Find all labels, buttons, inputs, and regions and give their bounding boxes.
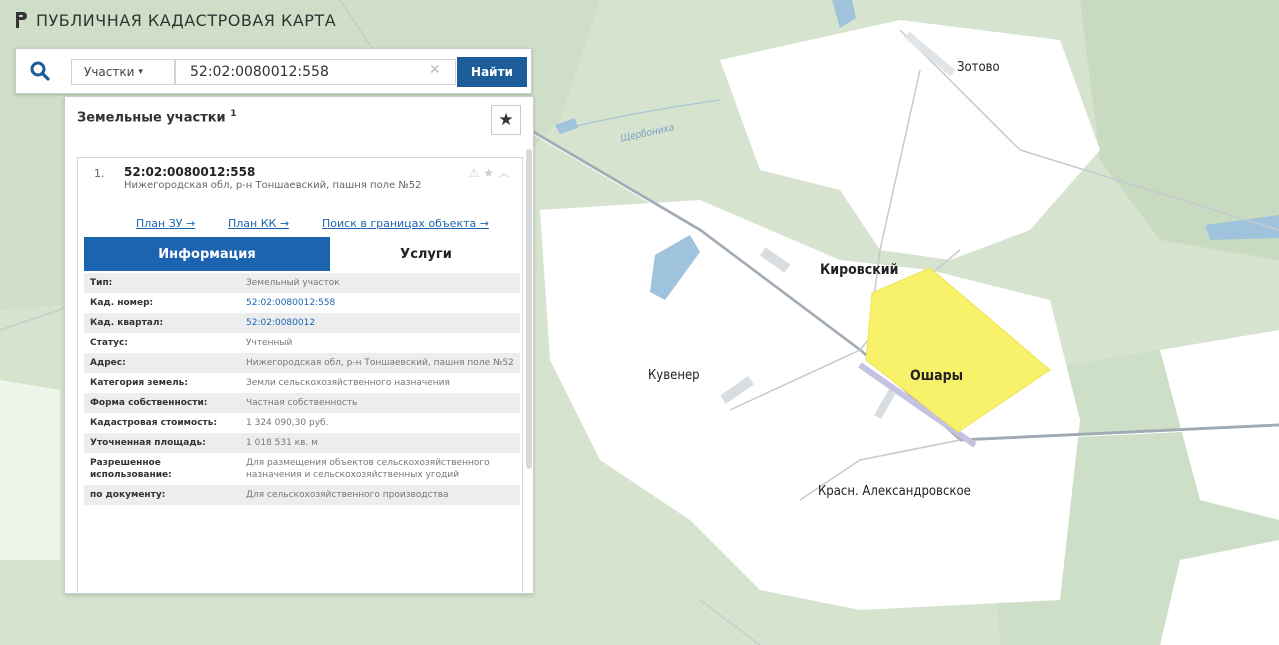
- field-value: Земли сельскохозяйственного назначения: [246, 378, 450, 388]
- table-row: Статус: Учтенный: [84, 333, 520, 353]
- table-row: Разрешенное использование: Для размещения…: [84, 453, 520, 485]
- clearing-area: [0, 380, 60, 560]
- field-value: Для сельскохозяйственного производства: [246, 490, 449, 500]
- cadastral-number-link[interactable]: 52:02:0080012:558: [246, 298, 335, 308]
- result-index: 1.: [94, 167, 105, 180]
- field-value: Частная собственность: [246, 398, 358, 408]
- search-button[interactable]: Найти: [457, 57, 527, 87]
- clear-icon[interactable]: ✕: [429, 62, 441, 78]
- search-input[interactable]: [175, 59, 456, 85]
- field-label: по документу:: [90, 490, 166, 500]
- table-row: Тип: Земельный участок: [84, 273, 520, 293]
- place-label-kras-aleksandrovskoe: Красн. Александровское: [818, 484, 971, 499]
- field-label: Уточненная площадь:: [90, 438, 206, 448]
- place-label-zotovo: Зотово: [957, 60, 1000, 75]
- warning-icon[interactable]: ⚠: [468, 166, 483, 180]
- panel-title: Земельные участки 1: [77, 109, 236, 125]
- field-value: 1 018 531 кв. м: [246, 438, 318, 448]
- table-row: по документу: Для сельскохозяйственного п…: [84, 485, 520, 505]
- field-label: Кад. квартал:: [90, 318, 164, 328]
- search-icon[interactable]: [29, 60, 51, 82]
- field-value: Земельный участок: [246, 278, 340, 288]
- chevron-down-icon: ▾: [138, 67, 143, 77]
- plan-kk-link[interactable]: План КК →: [228, 217, 289, 230]
- app-header: ПУБЛИЧНАЯ КАДАСТРОВАЯ КАРТА: [14, 8, 336, 32]
- field-label: Разрешенное использование:: [90, 458, 172, 480]
- place-label-kuvener: Кувенер: [648, 368, 700, 383]
- table-row: Кад. квартал: 52:02:0080012: [84, 313, 520, 333]
- field-label: Категория земель:: [90, 378, 188, 388]
- plan-zu-link[interactable]: План ЗУ →: [136, 217, 195, 230]
- chevron-up-icon[interactable]: ︿: [498, 166, 514, 180]
- star-icon: ★: [498, 110, 514, 130]
- field-label: Статус:: [90, 338, 128, 348]
- field-value: Нижегородская обл, р-н Тоншаевский, пашн…: [246, 358, 514, 368]
- tab-services[interactable]: Услуги: [330, 237, 522, 271]
- table-row: Форма собственности: Частная собственност…: [84, 393, 520, 413]
- place-label-kirovsky: Кировский: [820, 262, 899, 278]
- field-label: Тип:: [90, 278, 113, 288]
- table-row: Кадастровая стоимость: 1 324 090,30 руб.: [84, 413, 520, 433]
- star-outline-icon[interactable]: ★: [483, 166, 498, 180]
- field-value: Учтенный: [246, 338, 293, 348]
- search-type-select[interactable]: Участки ▾: [71, 59, 175, 85]
- result-panel: Земельные участки 1 ★ 1. 52:02:0080012:5…: [64, 96, 534, 594]
- tab-information[interactable]: Информация: [84, 237, 330, 271]
- table-row: Кад. номер: 52:02:0080012:558: [84, 293, 520, 313]
- result-address: Нижегородская обл, р-н Тоншаевский, пашн…: [124, 180, 422, 191]
- search-type-label: Участки: [84, 65, 135, 79]
- field-value: 1 324 090,30 руб.: [246, 418, 329, 428]
- panel-title-text: Земельные участки: [77, 110, 226, 126]
- field-label: Кад. номер:: [90, 298, 154, 308]
- logo-icon: [16, 12, 27, 28]
- panel-scrollbar[interactable]: [526, 149, 532, 469]
- field-label: Адрес:: [90, 358, 126, 368]
- result-actions: ⚠★︿: [468, 164, 514, 181]
- app-title: ПУБЛИЧНАЯ КАДАСТРОВАЯ КАРТА: [36, 10, 337, 30]
- place-label-oshary: Ошары: [910, 368, 963, 384]
- favorite-button[interactable]: ★: [491, 105, 521, 135]
- table-row: Адрес: Нижегородская обл, р-н Тоншаевский…: [84, 353, 520, 373]
- result-count: 1: [230, 109, 237, 119]
- result-cadastral-number[interactable]: 52:02:0080012:558: [124, 165, 255, 179]
- table-row: Уточненная площадь: 1 018 531 кв. м: [84, 433, 520, 453]
- field-label: Форма собственности:: [90, 398, 208, 408]
- result-card: 1. 52:02:0080012:558 Нижегородская обл, …: [77, 157, 523, 593]
- search-within-object-link[interactable]: Поиск в границах объекта →: [322, 217, 489, 230]
- table-row: Категория земель: Земли сельскохозяйствен…: [84, 373, 520, 393]
- field-label: Кадастровая стоимость:: [90, 418, 218, 428]
- search-bar: Участки ▾ ✕ Найти: [15, 48, 532, 94]
- cadastral-quarter-link[interactable]: 52:02:0080012: [246, 318, 315, 328]
- field-value: Для размещения объектов сельскохозяйстве…: [246, 458, 490, 480]
- info-table: Тип: Земельный участок Кад. номер: 52:02:0…: [84, 273, 520, 505]
